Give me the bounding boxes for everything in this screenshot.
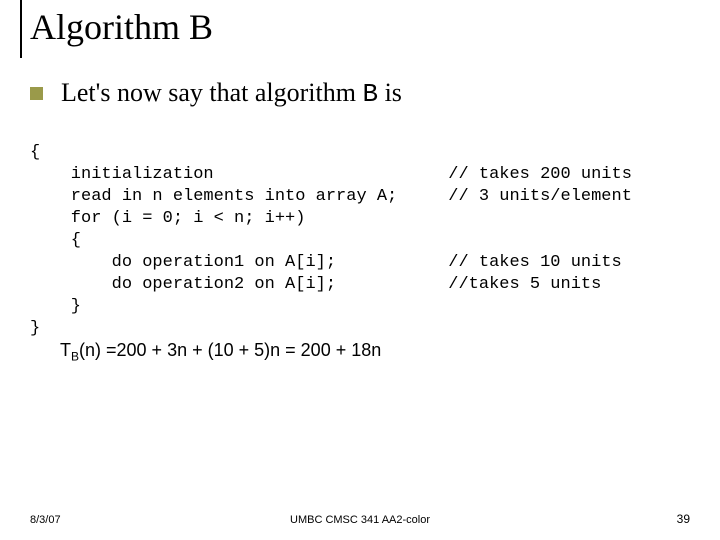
footer-page: 39 <box>677 512 690 526</box>
formula: TB(n) =200 + 3n + (10 + 5)n = 200 + 18n <box>60 340 381 364</box>
title-rule <box>20 0 22 58</box>
lead-code: B <box>362 79 378 109</box>
code-line: } <box>30 297 81 316</box>
formula-prefix: T <box>60 340 71 360</box>
code-line: { <box>30 231 81 250</box>
lead-suffix: is <box>378 78 402 107</box>
code-line: } <box>30 319 40 338</box>
code-line: do operation1 on A[i]; // takes 10 units <box>30 253 622 272</box>
lead-prefix: Let's now say that algorithm <box>61 78 362 107</box>
bullet-square-icon <box>30 87 43 100</box>
formula-rest: (n) =200 + 3n + (10 + 5)n = 200 + 18n <box>79 340 381 360</box>
formula-subscript: B <box>71 350 79 364</box>
code-line: do operation2 on A[i]; //takes 5 units <box>30 275 601 294</box>
code-line: { <box>30 143 40 162</box>
footer-center: UMBC CMSC 341 AA2-color <box>0 514 720 526</box>
code-block: { initialization // takes 200 units read… <box>30 120 632 362</box>
code-line: read in n elements into array A; // 3 un… <box>30 187 632 206</box>
slide-title: Algorithm B <box>30 6 213 48</box>
code-line: initialization // takes 200 units <box>30 165 632 184</box>
slide: Algorithm B Let's now say that algorithm… <box>0 0 720 540</box>
code-line: for (i = 0; i < n; i++) <box>30 209 305 228</box>
bullet-item: Let's now say that algorithm B is <box>30 78 402 109</box>
lead-text: Let's now say that algorithm B is <box>61 78 402 109</box>
